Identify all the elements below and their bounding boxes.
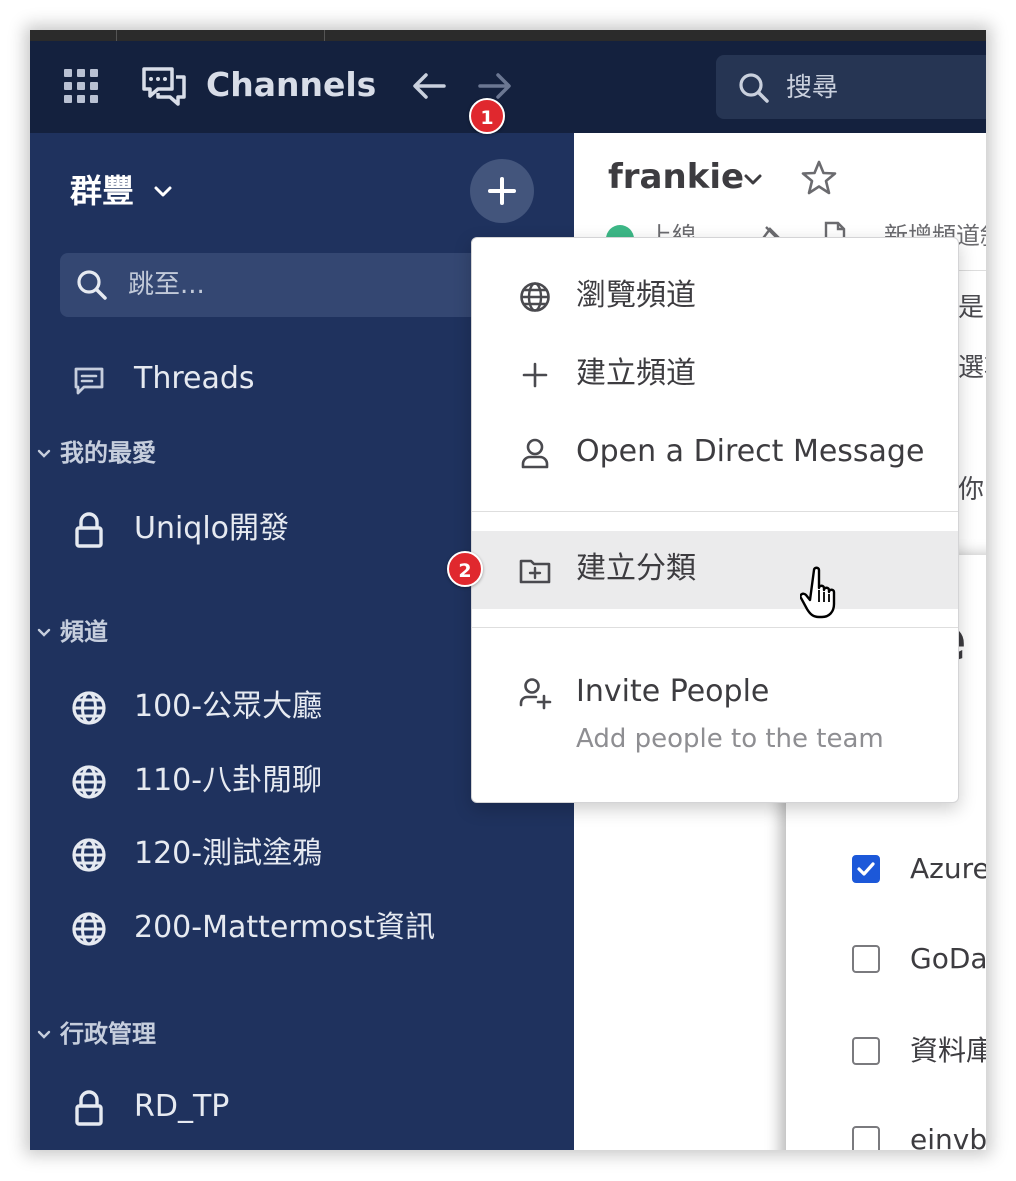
os-title-strip [30,30,986,41]
channels-icon [142,67,186,106]
product-menu-icon[interactable] [64,69,98,103]
jump-to-input[interactable]: 跳至... [60,253,500,317]
chevron-down-icon [37,628,51,637]
option-label: 資料庫 [910,1034,986,1067]
add-channel-button[interactable] [470,159,534,223]
plus-icon [522,362,548,388]
checkbox[interactable] [852,945,880,973]
check-icon [857,862,875,876]
option-einvb[interactable]: einvb [852,1120,986,1150]
product-title: Channels [206,65,377,104]
menu-item-label: Invite People [576,674,770,709]
globe-icon [72,691,106,725]
menu-item-label: Open a Direct Message [576,434,925,469]
menu-divider [472,511,958,512]
global-search-box[interactable]: 搜尋 [716,55,986,119]
message-fragment: 是 [958,293,985,323]
jump-to-placeholder: 跳至... [128,270,205,300]
folder-plus-icon [519,559,551,584]
option-database[interactable]: 資料庫 [852,1031,986,1071]
star-icon[interactable] [800,159,838,197]
globe-icon [72,912,106,946]
menu-item-label: 建立分類 [576,551,696,586]
option-label: Azure [910,852,986,885]
user-icon [521,438,549,469]
sidebar-item-label: Threads [134,361,255,396]
menu-item-label: 建立頻道 [576,356,696,391]
category-label: 行政管理 [60,1020,156,1048]
team-name[interactable]: 群豐 [70,171,134,211]
globe-icon [72,765,106,799]
sidebar-item-label: 100-公眾大廳 [134,689,323,724]
sidebar-item-label: 200-Mattermost資訊 [134,910,436,945]
menu-item-open-dm[interactable]: Open a Direct Message [472,414,958,492]
lock-icon [75,1090,103,1126]
search-icon [77,270,107,300]
channel-name[interactable]: frankie [608,155,744,199]
step-badge-1: 1 [469,98,505,134]
menu-item-create-channel[interactable]: 建立頻道 [472,336,958,414]
back-arrow-icon[interactable] [410,69,448,103]
search-icon [739,73,769,103]
checkbox-checked[interactable] [852,855,880,883]
chevron-down-icon [37,449,51,458]
menu-item-description: Add people to the team [576,724,884,754]
category-label: 頻道 [60,618,108,646]
chevron-down-icon[interactable] [742,169,764,191]
hand-cursor-icon [800,566,836,619]
step-badge-2: 2 [447,551,483,587]
search-placeholder: 搜尋 [786,73,839,103]
chevron-down-icon[interactable] [152,181,174,203]
sidebar-item-label: Uniqlo開發 [134,511,290,546]
sidebar-item-label: 120-測試塗鴉 [134,836,323,871]
menu-item-invite-people[interactable]: Invite People Add people to the team [472,654,958,774]
sidebar-item-label: 110-八卦閒聊 [134,763,323,798]
option-label: GoDa [910,942,986,975]
lock-icon [75,512,103,548]
globe-icon [520,282,550,312]
menu-item-create-category[interactable]: 建立分類 [472,531,958,609]
globe-icon [72,838,106,872]
message-fragment: 選項 [958,353,986,383]
menu-item-browse-channels[interactable]: 瀏覽頻道 [472,258,958,336]
option-azure[interactable]: Azure [852,849,986,889]
sidebar-item-label: RD_TP [134,1089,230,1124]
menu-item-label: 瀏覽頻道 [576,278,696,313]
category-label: 我的最愛 [60,439,156,467]
app-window: Channels 搜尋 群豐 跳至... Threads 我的最愛 Uniqlo… [30,30,986,1150]
option-goda[interactable]: GoDa [852,939,986,979]
menu-divider [472,627,958,628]
user-plus-icon [519,678,552,710]
checkbox[interactable] [852,1037,880,1065]
add-channel-menu: 瀏覽頻道 建立頻道 Open a Direct Message 建立分類 Inv… [471,237,959,803]
checkbox[interactable] [852,1126,880,1150]
chevron-down-icon [37,1030,51,1039]
global-header: Channels 搜尋 [30,41,986,133]
option-label: einvb [910,1123,986,1150]
message-fragment: 你 [958,475,985,505]
threads-icon [74,367,104,395]
